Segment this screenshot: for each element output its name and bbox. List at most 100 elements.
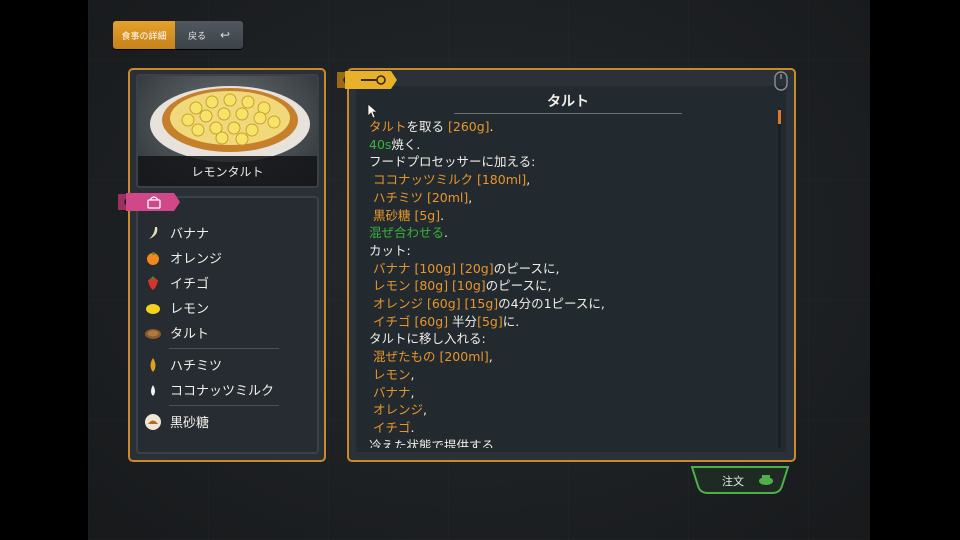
ingredient-amount-text: バナナ <box>373 384 411 400</box>
recipe-step: イチゴ. <box>369 419 769 437</box>
step-text: 冷えた状態で提供する. <box>369 437 498 448</box>
milk-drop-icon <box>144 381 162 399</box>
ingredient-amount-text: オレンジ [60g] [15g] <box>373 296 499 312</box>
ingredient-name: 黒砂糖 <box>170 416 210 431</box>
ingredient-name: イチゴ <box>170 277 210 292</box>
ingredient-amount-text: オレンジ <box>373 402 424 418</box>
order-label[interactable]: 注文 <box>722 473 744 489</box>
recipe-step: 黒砂糖 [5g]. <box>369 207 769 225</box>
scrollbar-thumb[interactable] <box>778 110 781 124</box>
recipe-step: ハチミツ [20ml], <box>369 189 769 207</box>
step-text: 焼く. <box>391 136 421 152</box>
recipe-step: タルトに移し入れる: <box>369 330 769 348</box>
step-text: . <box>444 225 448 241</box>
recipe-step: 混ぜたもの [200ml], <box>369 348 769 366</box>
back-button[interactable]: 戻る ↩ <box>175 21 243 49</box>
strawberry-icon <box>144 274 162 292</box>
mouse-cursor-icon <box>367 103 379 119</box>
step-text: カット: <box>369 242 411 258</box>
key-ribbon-icon <box>337 71 397 89</box>
ingredient-brown-sugar: 黒砂糖 <box>144 409 312 434</box>
ingredient-divider <box>169 348 279 349</box>
ingredient-amount-text: バナナ [100g] [20g] <box>373 260 494 276</box>
action-text: 混ぜ合わせる <box>369 225 445 241</box>
recipe-step: イチゴ [60g] 半分[5g]に. <box>369 313 769 331</box>
step-text: タルトに移し入れる: <box>369 331 486 347</box>
back-label: 戻る <box>187 31 206 42</box>
top-tabs: 食事の詳細 戻る ↩ <box>113 21 243 49</box>
ingredient-amount-text: ハチミツ [20ml] <box>373 189 469 205</box>
ingredient-name: バナナ <box>170 227 210 242</box>
ingredient-amount-text: レモン <box>373 366 411 382</box>
brown-sugar-icon <box>144 413 162 431</box>
ingredient-amount-text: ココナッツミルク [180ml] <box>373 172 527 188</box>
ingredient-banana: バナナ <box>144 220 312 245</box>
step-text: . <box>489 119 494 134</box>
recipe-title: タルト <box>454 91 682 114</box>
step-text: , <box>410 384 415 400</box>
orange-icon <box>144 249 162 267</box>
step-text: 半分 <box>448 313 478 329</box>
ingredient-name: オレンジ <box>170 252 223 267</box>
ingredient-coconut-milk: ココナッツミルク <box>144 377 312 402</box>
step-text: フードプロセッサーに加える: <box>369 154 536 170</box>
lemon-tart-image <box>150 86 310 162</box>
ingredient-amount-text: 混ぜたもの [200ml] <box>373 349 489 365</box>
recipe-step: バナナ, <box>369 384 769 402</box>
ingredient-divider <box>169 405 279 406</box>
step-text: のピースに, <box>493 260 560 276</box>
return-arrow-icon: ↩ <box>219 28 231 42</box>
step-text: . <box>440 207 445 223</box>
step-text: , <box>410 366 415 382</box>
ingredient-list: バナナ オレンジ イチゴ レモン タルト ハチミツ ココナッツミルク 黒砂糖 <box>144 220 312 434</box>
food-name: レモンタルト <box>138 156 317 186</box>
recipe-step: フードプロセッサーに加える: <box>369 153 769 171</box>
step-text: , <box>468 189 473 205</box>
recipe-step: ココナッツミルク [180ml], <box>369 171 769 189</box>
recipe-step: カット: <box>369 242 769 260</box>
honey-drop-icon <box>144 356 162 374</box>
recipe-steps[interactable]: タルトを取る [260g]. 40s焼く. フードプロセッサーに加える: ココナッツミ… <box>369 118 769 448</box>
step-text: . <box>410 419 415 435</box>
recipe-step: レモン [80g] [10g]のピースに, <box>369 277 769 295</box>
ingredient-name: ココナッツミルク <box>170 384 275 399</box>
action-text: 40s <box>369 136 392 152</box>
ingredient-amount-text: [260g] <box>448 119 490 134</box>
recipe-step: 冷えた状態で提供する. <box>369 437 769 448</box>
ingredient-amount-text: 黒砂糖 [5g] <box>373 207 441 223</box>
step-text: , <box>526 172 531 188</box>
recipe-step: バナナ [100g] [20g]のピースに, <box>369 260 769 278</box>
recipe-step: 混ぜ合わせる. <box>369 224 769 242</box>
lemon-icon <box>144 299 162 317</box>
food-preview-card: レモンタルト <box>136 74 319 188</box>
recipe-step: オレンジ [60g] [15g]の4分の1ピースに, <box>369 295 769 313</box>
ingredient-orange: オレンジ <box>144 245 312 270</box>
ingredient-name: ハチミツ <box>170 359 223 374</box>
ingredient-name: レモン <box>170 302 210 317</box>
ingredient-amount-text: レモン [80g] [10g] <box>373 278 486 294</box>
recipe-step: 40s焼く. <box>369 136 769 154</box>
ingredient-tart: タルト <box>144 320 312 345</box>
step-text: に. <box>502 313 520 329</box>
tab-meal-details[interactable]: 食事の詳細 <box>113 21 175 49</box>
ingredient-amount-text: イチゴ [60g] <box>373 313 449 329</box>
recipe-step: オレンジ, <box>369 401 769 419</box>
ingredient-amount-text: タルト <box>369 119 407 134</box>
basket-ribbon-icon <box>118 193 180 211</box>
mouse-scroll-icon <box>774 71 788 91</box>
ingredient-lemon: レモン <box>144 295 312 320</box>
ingredient-amount-text: [5g] <box>477 313 503 329</box>
step-text: の4分の1ピースに, <box>498 296 605 312</box>
ingredient-honey: ハチミツ <box>144 352 312 377</box>
recipe-step: レモン, <box>369 366 769 384</box>
ingredient-name: タルト <box>170 327 210 342</box>
step-text: のピースに, <box>485 278 552 294</box>
tart-crust-icon <box>144 324 162 342</box>
ingredient-amount-text: イチゴ <box>373 419 411 435</box>
ingredient-strawberry: イチゴ <box>144 270 312 295</box>
step-text: , <box>488 349 493 365</box>
recipe-step: タルトを取る [260g]. <box>369 118 769 136</box>
recipe-scrollbar[interactable] <box>778 108 781 448</box>
step-text: , <box>423 402 427 418</box>
banana-icon <box>144 224 162 242</box>
